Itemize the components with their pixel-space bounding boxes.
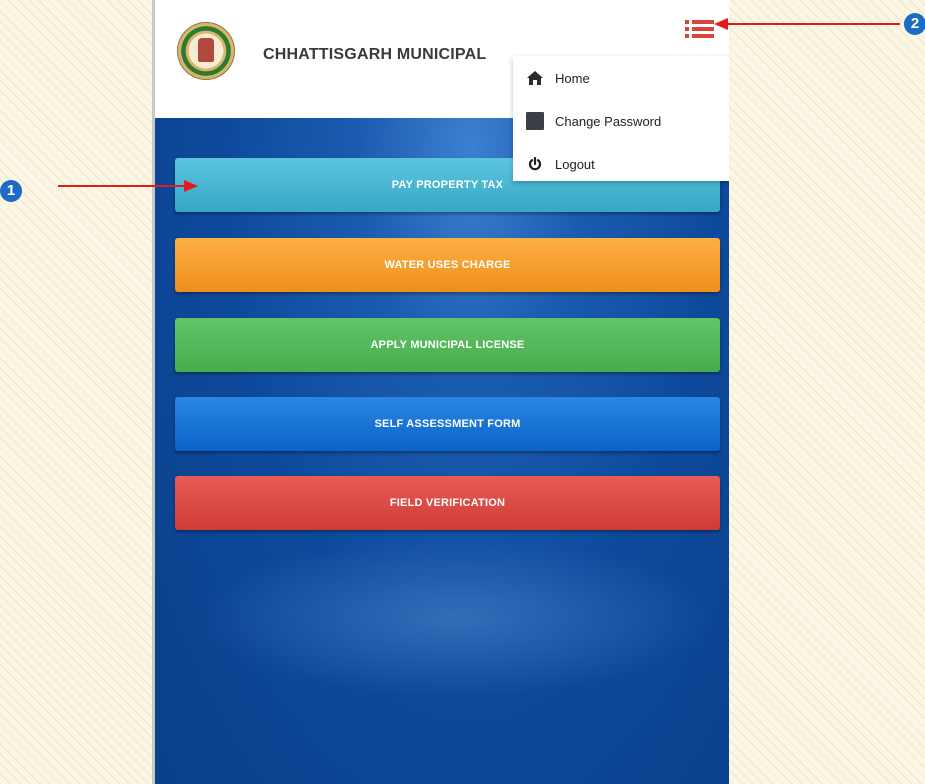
menu-item-change-password[interactable]: Change Password (513, 101, 729, 141)
menu-item-home-label: Home (555, 70, 590, 86)
password-icon (525, 111, 545, 131)
background-glow (195, 538, 715, 698)
app-screen: CHHATTISGARH MUNICIPAL PAY PROPERTY TAX … (152, 0, 729, 784)
menu-item-logout-label: Logout (555, 156, 595, 172)
app-title: CHHATTISGARH MUNICIPAL (263, 46, 487, 63)
user-dropdown-menu: Home Change Password Logout (513, 56, 729, 181)
menu-item-change-password-label: Change Password (555, 113, 662, 129)
menu-item-logout[interactable]: Logout (513, 144, 729, 184)
hamburger-menu-icon[interactable] (685, 18, 715, 40)
main-content: PAY PROPERTY TAX WATER USES CHARGE APPLY… (155, 118, 729, 784)
callout-badge-1: 1 (0, 180, 22, 202)
callout-badge-2: 2 (904, 13, 925, 35)
apply-municipal-license-button[interactable]: APPLY MUNICIPAL LICENSE (175, 318, 720, 372)
power-icon (525, 154, 545, 174)
self-assessment-form-button[interactable]: SELF ASSESSMENT FORM (175, 397, 720, 451)
emblem-center (198, 38, 214, 62)
home-icon (525, 68, 545, 88)
field-verification-button[interactable]: FIELD VERIFICATION (175, 476, 720, 530)
arrow-to-pay-property-tax (58, 180, 198, 192)
state-emblem-icon (177, 22, 235, 80)
menu-item-home[interactable]: Home (513, 58, 729, 98)
arrow-to-menu-icon (714, 18, 900, 30)
water-uses-charge-button[interactable]: WATER USES CHARGE (175, 238, 720, 292)
